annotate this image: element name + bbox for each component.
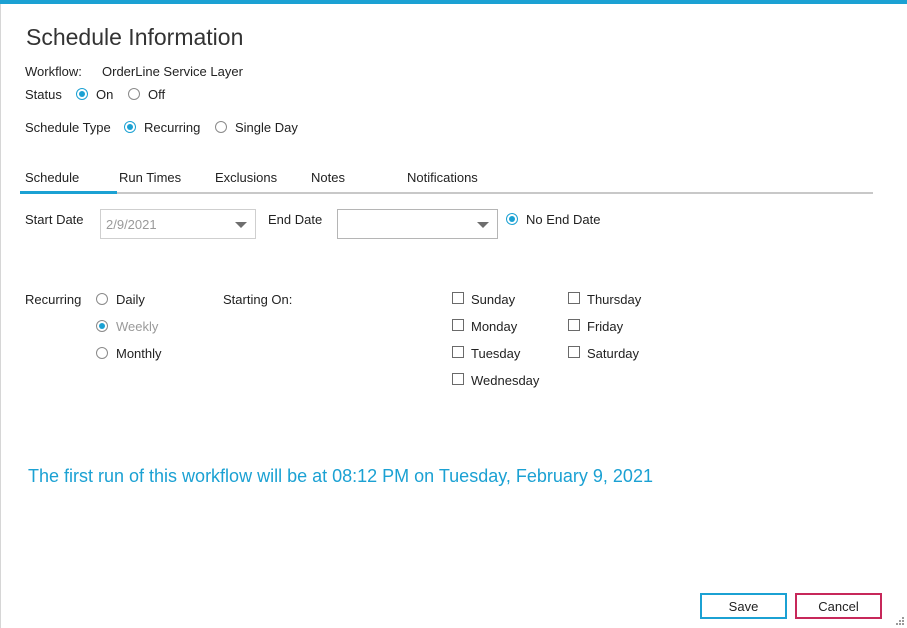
wednesday-label[interactable]: Wednesday [471, 373, 539, 388]
tab-run-times[interactable]: Run Times [119, 170, 181, 185]
page-title: Schedule Information [26, 24, 244, 50]
schedule-type-recurring-radio[interactable] [124, 121, 136, 133]
no-end-date-label[interactable]: No End Date [526, 212, 600, 227]
window-left-border [0, 4, 1, 628]
schedule-type-single-day-label[interactable]: Single Day [235, 120, 298, 135]
tab-schedule[interactable]: Schedule [25, 170, 79, 185]
workflow-label: Workflow: [25, 64, 82, 79]
friday-checkbox[interactable] [568, 319, 580, 331]
recurring-weekly-label[interactable]: Weekly [116, 319, 158, 334]
friday-label[interactable]: Friday [587, 319, 623, 334]
recurring-daily-radio[interactable] [96, 293, 108, 305]
recurring-weekly-radio[interactable] [96, 320, 108, 332]
start-date-label: Start Date [25, 212, 84, 227]
tab-strip-underline [20, 192, 873, 194]
chevron-down-icon [477, 222, 489, 228]
workflow-value: OrderLine Service Layer [102, 64, 243, 79]
sunday-label[interactable]: Sunday [471, 292, 515, 307]
monday-checkbox[interactable] [452, 319, 464, 331]
tab-exclusions[interactable]: Exclusions [215, 170, 277, 185]
tuesday-checkbox[interactable] [452, 346, 464, 358]
recurring-monthly-radio[interactable] [96, 347, 108, 359]
save-button[interactable]: Save [700, 593, 787, 619]
start-date-picker[interactable]: 2/9/2021 [100, 209, 256, 239]
sunday-checkbox[interactable] [452, 292, 464, 304]
status-off-radio[interactable] [128, 88, 140, 100]
tab-notes[interactable]: Notes [311, 170, 345, 185]
status-on-radio[interactable] [76, 88, 88, 100]
tuesday-label[interactable]: Tuesday [471, 346, 520, 361]
monday-label[interactable]: Monday [471, 319, 517, 334]
cancel-button[interactable]: Cancel [795, 593, 882, 619]
thursday-label[interactable]: Thursday [587, 292, 641, 307]
recurring-monthly-label[interactable]: Monthly [116, 346, 162, 361]
status-label: Status [25, 87, 62, 102]
active-tab-indicator [20, 191, 117, 194]
chevron-down-icon [235, 222, 247, 228]
status-off-label[interactable]: Off [148, 87, 165, 102]
end-date-label: End Date [268, 212, 323, 227]
recurring-label: Recurring [25, 292, 82, 307]
tab-notifications[interactable]: Notifications [407, 170, 478, 185]
window-top-accent-bar [0, 0, 907, 4]
status-on-label[interactable]: On [96, 87, 113, 102]
recurring-daily-label[interactable]: Daily [116, 292, 145, 307]
end-date-picker[interactable] [337, 209, 498, 239]
saturday-label[interactable]: Saturday [587, 346, 639, 361]
wednesday-checkbox[interactable] [452, 373, 464, 385]
no-end-date-radio[interactable] [506, 213, 518, 225]
schedule-type-single-day-radio[interactable] [215, 121, 227, 133]
thursday-checkbox[interactable] [568, 292, 580, 304]
saturday-checkbox[interactable] [568, 346, 580, 358]
resize-grip-icon[interactable] [896, 617, 904, 625]
schedule-type-label: Schedule Type [25, 120, 111, 135]
start-date-value: 2/9/2021 [106, 217, 157, 232]
first-run-info-message: The first run of this workflow will be a… [28, 466, 653, 486]
starting-on-label: Starting On: [223, 292, 293, 307]
schedule-type-recurring-label[interactable]: Recurring [144, 120, 200, 135]
